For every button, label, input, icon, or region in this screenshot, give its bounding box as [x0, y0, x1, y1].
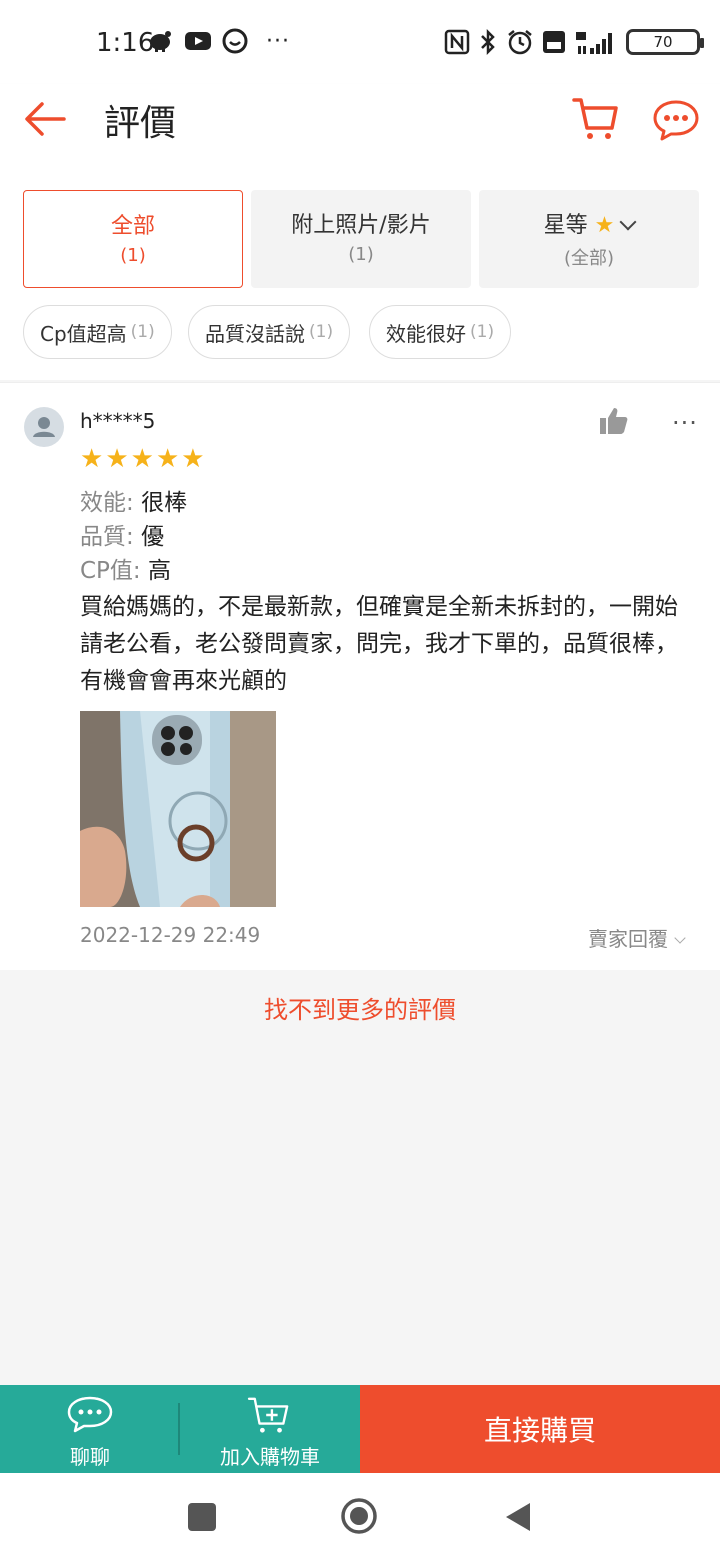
star-icon: ★ [130, 444, 154, 474]
star-icon: ★ [80, 444, 104, 474]
filter-tab-all[interactable]: 全部 (1) [23, 190, 243, 288]
user-icon [33, 417, 55, 437]
attribute-key: 效能: [80, 490, 134, 516]
buy-now-button[interactable]: 直接購買 [360, 1385, 720, 1473]
more-dots-icon: ··· [266, 28, 290, 54]
bluetooth-icon [481, 28, 495, 56]
chip-count: (1) [470, 322, 495, 342]
filter-tab-star-rating[interactable]: 星等 ★ (全部) [479, 190, 699, 288]
tag-chip-cp[interactable]: Cp值超高 (1) [23, 305, 172, 359]
attribute-value: 優 [141, 524, 165, 550]
filter-tab-count: (全部) [563, 248, 615, 269]
review-attribute: 品質: 優 [80, 521, 164, 553]
filter-tab-label: 星等 [543, 213, 588, 238]
attribute-value: 高 [148, 558, 171, 584]
chip-label: 品質沒話說 [205, 321, 305, 346]
chevron-down-icon [674, 932, 686, 944]
battery-level: 70 [653, 33, 673, 51]
star-icon: ★ [105, 444, 129, 474]
review-comment: 買給媽媽的，不是最新款，但確實是全新未拆封的，一開始請老公看，老公發問賣家，問完… [80, 594, 678, 694]
filter-tab-label: 全部 [110, 214, 155, 239]
bottom-action-bar: 聊聊 加入購物車 直接購買 [0, 1385, 720, 1473]
status-bar: 1:16 ··· 70 [0, 0, 720, 84]
status-time: 1:16 [96, 28, 155, 58]
review-photo[interactable] [80, 711, 276, 907]
recent-apps-button[interactable] [188, 1503, 216, 1531]
review-attribute: 效能: 很棒 [80, 487, 187, 519]
back-button[interactable] [504, 1501, 532, 1533]
tag-chip-performance[interactable]: 效能很好 (1) [369, 305, 512, 359]
home-button[interactable] [340, 1497, 378, 1535]
filter-tab-label-row: 星等 ★ [479, 212, 699, 240]
filter-tab-label: 附上照片/影片 [291, 213, 431, 238]
attribute-key: 品質: [80, 524, 134, 550]
chip-label: Cp值超高 [40, 321, 127, 346]
youtube-icon [185, 32, 211, 50]
review-attribute: CP值: 高 [80, 555, 171, 587]
seller-reply-toggle[interactable]: 賣家回覆 [588, 923, 686, 952]
filter-tab-with-media[interactable]: 附上照片/影片 (1) [251, 190, 471, 288]
rating-stars: ★ ★ ★ ★ ★ [80, 445, 205, 473]
chevron-down-icon [619, 213, 637, 231]
add-to-cart-label: 加入購物車 [220, 1445, 320, 1469]
signal-4g-icon [576, 32, 612, 54]
page-title: 評價 [104, 103, 177, 144]
review-photo-image [80, 711, 276, 907]
chip-label: 效能很好 [386, 321, 466, 346]
chat-bubble-icon [222, 28, 248, 54]
star-icon: ★ [594, 213, 615, 238]
nfc-icon [444, 29, 470, 55]
avatar[interactable] [24, 407, 64, 447]
filter-tab-count: (1) [348, 244, 374, 265]
system-nav-bar [0, 1473, 720, 1560]
chat-icon[interactable] [652, 96, 700, 144]
chat-label: 聊聊 [70, 1445, 110, 1469]
tag-chip-quality[interactable]: 品質沒話說 (1) [188, 305, 351, 359]
chip-count: (1) [309, 322, 334, 342]
add-cart-icon [247, 1397, 289, 1433]
chat-icon [67, 1396, 113, 1433]
attribute-value: 很棒 [141, 490, 188, 516]
arrow-left-icon[interactable] [22, 96, 68, 142]
review-card: h*****5 ··· ★ ★ ★ ★ ★ 效能: 很棒 品質: 優 CP值: … [0, 382, 720, 970]
buy-now-label: 直接購買 [483, 1414, 596, 1447]
status-right-icons: 70 [444, 28, 704, 56]
chip-count: (1) [130, 322, 155, 342]
filter-area: 全部 (1) 附上照片/影片 (1) 星等 ★ (全部) Cp值超高 (1) 品… [0, 170, 720, 380]
more-options-icon[interactable]: ··· [672, 409, 698, 437]
battery-icon: 70 [626, 29, 704, 55]
piggy-bank-icon [150, 31, 171, 52]
filter-tab-count: (1) [120, 245, 146, 266]
seller-reply-label: 賣家回覆 [588, 927, 668, 951]
thumbs-up-icon[interactable] [598, 405, 630, 437]
no-more-reviews-text: 找不到更多的評價 [264, 996, 456, 1024]
star-icon: ★ [181, 444, 205, 474]
chat-now-button[interactable]: 聊聊 [0, 1385, 180, 1473]
volte-icon [543, 31, 565, 53]
alarm-icon [508, 30, 532, 55]
header: 評價 [0, 84, 720, 170]
review-date: 2022-12-29 22:49 [80, 923, 261, 947]
reviewer-username: h*****5 [80, 409, 156, 433]
star-icon: ★ [155, 444, 180, 474]
cart-icon[interactable] [572, 94, 620, 142]
status-left-icons: ··· [148, 28, 290, 54]
attribute-key: CP值: [80, 558, 141, 584]
add-to-cart-button[interactable]: 加入購物車 [180, 1385, 360, 1473]
